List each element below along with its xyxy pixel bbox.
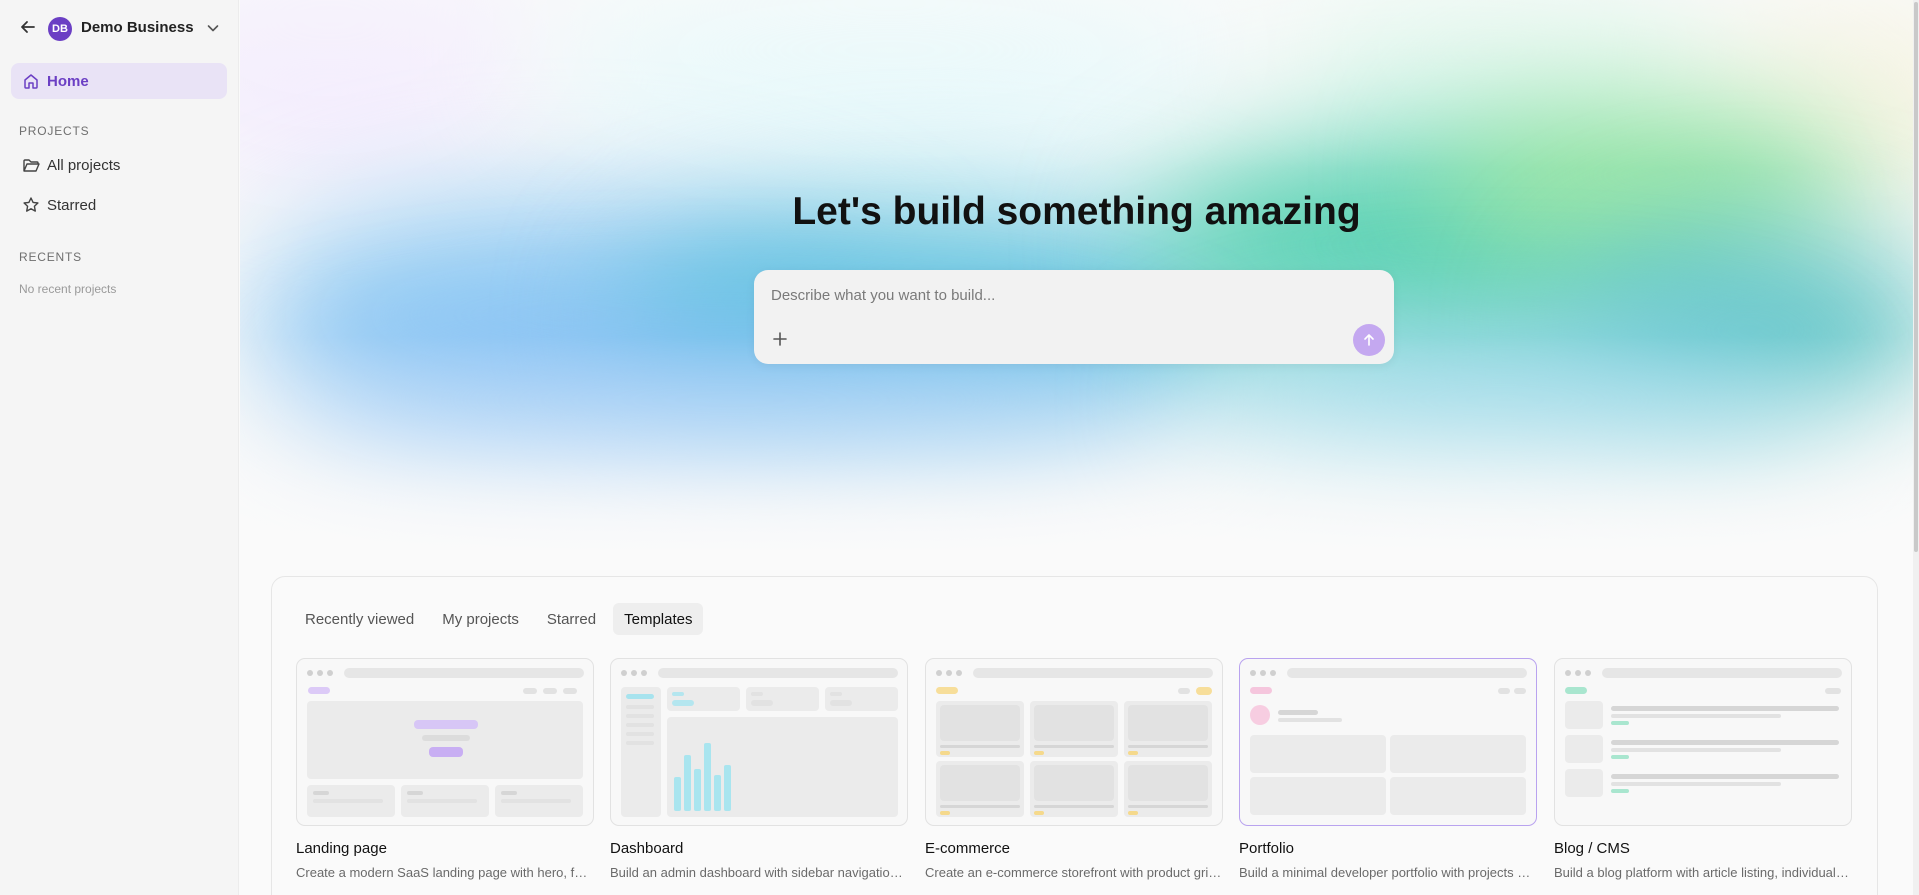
template-title: Landing page	[296, 840, 387, 857]
template-thumbnail	[1239, 658, 1537, 826]
prompt-box	[754, 270, 1394, 364]
sidebar: DB Demo Business Home PROJECTS All proje…	[0, 0, 239, 895]
projects-panel: Recently viewed My projects Starred Temp…	[271, 576, 1878, 895]
page-title: Let's build something amazing	[792, 190, 1361, 233]
template-description: Build an admin dashboard with sidebar na…	[610, 865, 908, 880]
home-icon	[24, 74, 38, 89]
template-title: Dashboard	[610, 840, 684, 857]
tab-templates[interactable]: Templates	[613, 603, 704, 635]
main-content: Let's build something amazing Recently v…	[240, 0, 1913, 895]
template-description: Build a minimal developer portfolio with…	[1239, 865, 1537, 880]
template-thumbnail	[925, 658, 1223, 826]
tab-starred[interactable]: Starred	[536, 603, 607, 635]
tab-recently-viewed[interactable]: Recently viewed	[294, 603, 425, 635]
template-title: Portfolio	[1239, 840, 1295, 857]
template-card-portfolio[interactable]: Portfolio Build a minimal developer port…	[1239, 658, 1537, 880]
workspace-switcher[interactable]: DB Demo Business	[0, 0, 239, 58]
send-button[interactable]	[1353, 324, 1385, 356]
tab-my-projects[interactable]: My projects	[431, 603, 530, 635]
workspace-avatar: DB	[48, 17, 72, 41]
sidebar-item-label: All projects	[47, 157, 121, 174]
template-card-blog-cms[interactable]: Blog / CMS Build a blog platform with ar…	[1554, 658, 1852, 880]
template-thumbnail	[296, 658, 594, 826]
workspace-name: Demo Business	[81, 19, 194, 36]
template-card-e-commerce[interactable]: E-commerce Create an e-commerce storefro…	[925, 658, 1223, 880]
page-scrollbar[interactable]	[1913, 0, 1919, 895]
template-title: Blog / CMS	[1554, 840, 1630, 857]
template-card-landing-page[interactable]: Landing page Create a modern SaaS landin…	[296, 658, 594, 880]
projects-section-title: PROJECTS	[19, 124, 90, 138]
recents-empty-text: No recent projects	[19, 282, 117, 296]
sidebar-item-label: Starred	[47, 197, 97, 214]
chevron-down-icon[interactable]	[204, 19, 222, 37]
arrow-up-icon	[1364, 334, 1374, 346]
sidebar-item-label: Home	[47, 73, 89, 90]
scrollbar-thumb[interactable]	[1914, 2, 1918, 552]
plus-icon[interactable]	[770, 329, 790, 349]
template-description: Create an e-commerce storefront with pro…	[925, 865, 1223, 880]
template-thumbnail	[1554, 658, 1852, 826]
template-card-dashboard[interactable]: Dashboard Build an admin dashboard with …	[610, 658, 908, 880]
template-description: Build a blog platform with article listi…	[1554, 865, 1852, 880]
template-thumbnail	[610, 658, 908, 826]
sidebar-item-all-projects[interactable]: All projects	[11, 148, 227, 182]
template-title: E-commerce	[925, 840, 1011, 857]
template-description: Create a modern SaaS landing page with h…	[296, 865, 594, 880]
back-arrow-icon[interactable]	[18, 17, 38, 37]
folder-icon	[23, 159, 40, 172]
prompt-input[interactable]	[771, 287, 1371, 304]
sidebar-item-starred[interactable]: Starred	[11, 188, 227, 222]
tab-bar: Recently viewed My projects Starred Temp…	[294, 603, 704, 635]
sidebar-item-home[interactable]: Home	[11, 63, 227, 99]
star-icon	[23, 197, 39, 212]
recents-section-title: RECENTS	[19, 250, 82, 264]
